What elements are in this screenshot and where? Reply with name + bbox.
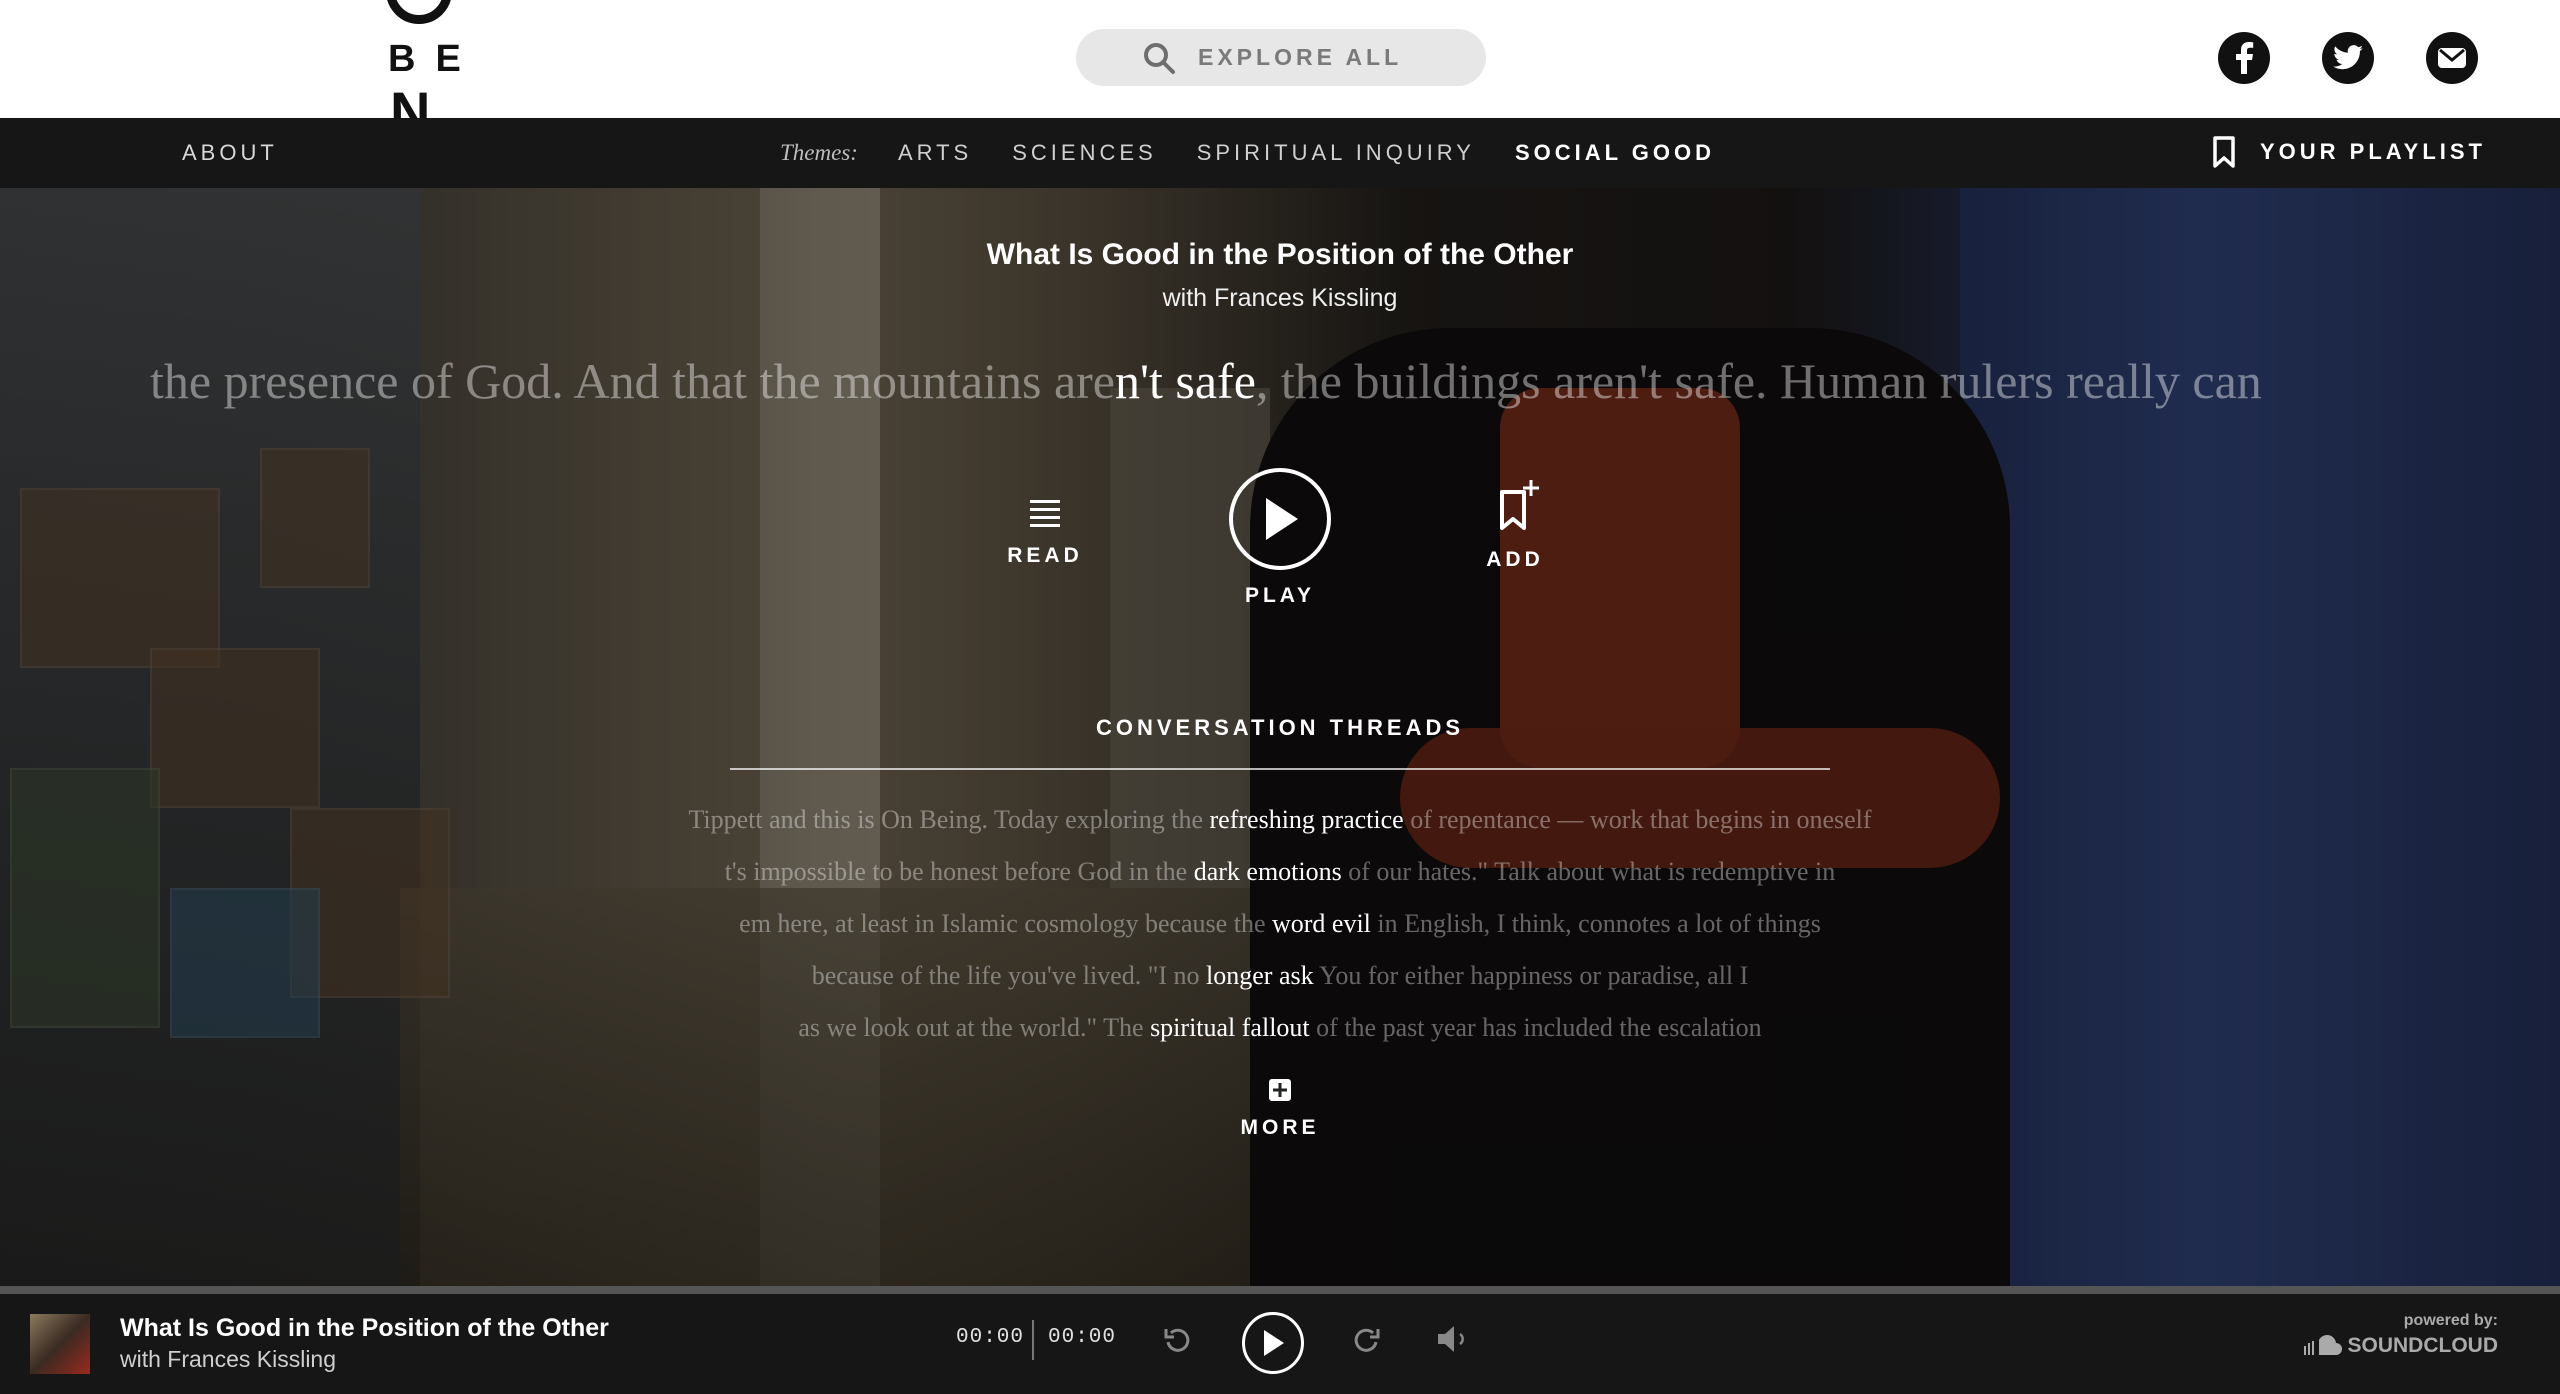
add-to-playlist-button[interactable]: ADD — [1470, 478, 1560, 572]
nav-theme-arts[interactable]: ARTS — [898, 140, 972, 166]
more-label: MORE — [1240, 1116, 1320, 1139]
volume-icon — [1438, 1326, 1464, 1352]
thread-highlight[interactable]: word evil — [1272, 909, 1371, 938]
facebook-button[interactable] — [2218, 32, 2270, 84]
thread-highlight[interactable]: refreshing practice — [1210, 805, 1404, 834]
logo-letters-be: BE — [388, 38, 460, 80]
search-placeholder[interactable]: EXPLORE ALL — [1198, 44, 1402, 71]
forward-button[interactable] — [1350, 1324, 1382, 1356]
nav-theme-spiritual-inquiry[interactable]: SPIRITUAL INQUIRY — [1197, 140, 1475, 166]
time-separator — [1032, 1320, 1034, 1360]
rewind-button[interactable] — [1162, 1324, 1194, 1356]
search-icon — [1144, 42, 1175, 74]
add-label: ADD — [1486, 548, 1544, 571]
playback-progress-bar[interactable] — [0, 1286, 2560, 1294]
logo-o-ring — [386, 0, 452, 24]
bookmark-icon — [2213, 136, 2235, 168]
themes-nav: Themes: ARTS SCIENCES SPIRITUAL INQUIRY … — [780, 140, 1755, 166]
nav-theme-social-good[interactable]: SOCIAL GOOD — [1515, 140, 1715, 166]
episode-guest: with Frances Kissling — [1162, 284, 1398, 312]
thread-line[interactable]: em here, at least in Islamic cosmology b… — [560, 909, 2000, 939]
plus-square-icon — [1269, 1079, 1291, 1101]
rewind-icon — [1164, 1328, 1190, 1352]
powered-by-label: powered by: — [2403, 1312, 2498, 1329]
facebook-icon — [2236, 42, 2254, 74]
play-icon — [1264, 1330, 1284, 1356]
twitter-icon — [2333, 45, 2363, 70]
themes-label: Themes: — [780, 140, 858, 165]
read-label: READ — [1007, 544, 1083, 567]
player-episode-guest: with Frances Kissling — [120, 1346, 337, 1372]
your-playlist-label: YOUR PLAYLIST — [2260, 139, 2486, 164]
volume-button[interactable] — [1436, 1324, 1470, 1354]
main-nav: ABOUT Themes: ARTS SCIENCES SPIRITUAL IN… — [0, 118, 2560, 188]
more-threads-button[interactable]: MORE — [1230, 1078, 1330, 1140]
play-label: PLAY — [1244, 584, 1316, 607]
quote-after: , the buildings aren't safe. Human ruler… — [1255, 353, 2262, 409]
episode-thumbnail — [30, 1314, 90, 1374]
conversation-threads-heading: CONVERSATION THREADS — [1095, 715, 1465, 740]
soundcloud-cloud-icon — [2303, 1335, 2342, 1355]
duration-time: 00:00 — [1048, 1326, 1117, 1349]
bookmark-add-icon — [1500, 480, 1539, 530]
thread-line[interactable]: as we look out at the world." The spirit… — [560, 1013, 2000, 1043]
threads-divider — [730, 768, 1830, 770]
twitter-button[interactable] — [2322, 32, 2374, 84]
player-play-button[interactable] — [1242, 1312, 1304, 1374]
thread-line[interactable]: because of the life you've lived. "I no … — [560, 961, 2000, 991]
search-bar[interactable]: EXPLORE ALL — [1076, 29, 1486, 86]
thread-highlight[interactable]: longer ask — [1206, 961, 1314, 990]
soundcloud-label: SOUNDCLOUD — [2347, 1334, 2499, 1357]
your-playlist-link[interactable]: YOUR PLAYLIST — [2212, 136, 2486, 168]
email-button[interactable] — [2426, 32, 2478, 84]
player-episode-title[interactable]: What Is Good in the Position of the Othe… — [120, 1314, 609, 1343]
read-button[interactable]: READ — [1000, 496, 1090, 568]
scrolling-quote: the presence of God. And that the mounta… — [150, 352, 2480, 412]
forward-icon — [1354, 1328, 1380, 1352]
thread-line[interactable]: t's impossible to be honest before God i… — [560, 857, 2000, 887]
thread-line[interactable]: Tippett and this is On Being. Today expl… — [560, 805, 2000, 835]
play-circle — [1229, 468, 1331, 570]
play-episode-button[interactable]: PLAY — [1228, 468, 1332, 608]
quote-before: the presence of God. And that the mounta… — [150, 353, 1115, 409]
thread-highlight[interactable]: dark emotions — [1194, 857, 1342, 886]
on-being-logo[interactable]: BE N — [380, 0, 460, 118]
mail-icon — [2438, 48, 2466, 68]
audio-player: What Is Good in the Position of the Othe… — [0, 1294, 2560, 1394]
logo-letter-n: N — [390, 80, 431, 119]
thread-highlight[interactable]: spiritual fallout — [1150, 1013, 1310, 1042]
top-header: BE N EXPLORE ALL — [0, 0, 2560, 118]
current-time: 00:00 — [956, 1326, 1025, 1349]
quote-highlight: n't safe — [1115, 353, 1256, 409]
transcript-lines-icon — [1030, 500, 1060, 527]
nav-theme-sciences[interactable]: SCIENCES — [1012, 140, 1156, 166]
soundcloud-attribution[interactable]: powered by: SOUNDCLOUD — [2292, 1312, 2498, 1358]
nav-about-link[interactable]: ABOUT — [182, 140, 278, 166]
episode-title: What Is Good in the Position of the Othe… — [986, 238, 1574, 271]
play-icon — [1266, 498, 1298, 540]
